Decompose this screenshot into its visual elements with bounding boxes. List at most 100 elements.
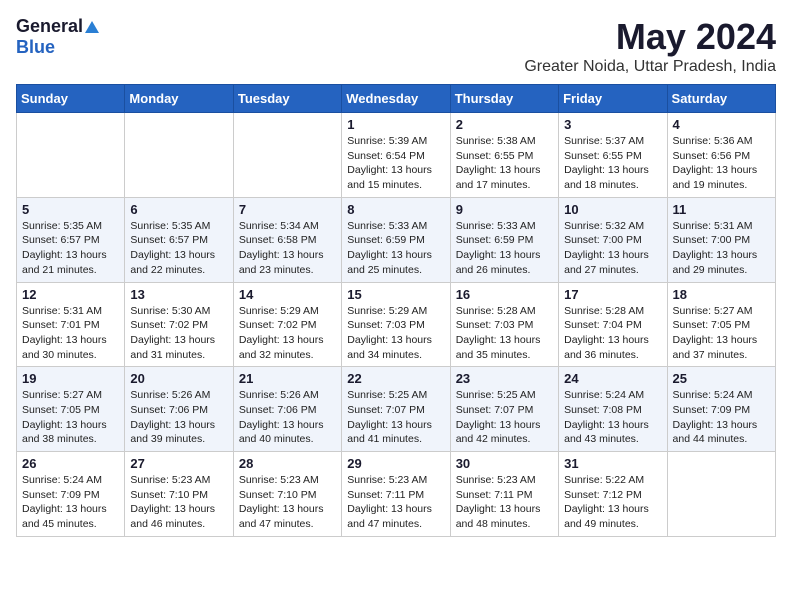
month-title: May 2024 bbox=[524, 16, 776, 58]
title-block: May 2024 Greater Noida, Uttar Pradesh, I… bbox=[524, 16, 776, 76]
calendar-cell bbox=[125, 113, 233, 198]
day-info: Sunrise: 5:36 AM Sunset: 6:56 PM Dayligh… bbox=[673, 134, 770, 193]
day-number: 26 bbox=[22, 456, 119, 471]
day-info: Sunrise: 5:28 AM Sunset: 7:04 PM Dayligh… bbox=[564, 304, 661, 363]
day-number: 20 bbox=[130, 371, 227, 386]
logo-blue: Blue bbox=[16, 37, 55, 57]
logo-general: General bbox=[16, 16, 83, 37]
day-number: 10 bbox=[564, 202, 661, 217]
day-number: 6 bbox=[130, 202, 227, 217]
calendar-week-5: 26 Sunrise: 5:24 AM Sunset: 7:09 PM Dayli… bbox=[17, 452, 776, 537]
day-info: Sunrise: 5:33 AM Sunset: 6:59 PM Dayligh… bbox=[456, 219, 553, 278]
calendar-week-4: 19Sunrise: 5:27 AM Sunset: 7:05 PM Dayli… bbox=[17, 367, 776, 452]
day-number: 19 bbox=[22, 371, 119, 386]
calendar-cell: 25 Sunrise: 5:24 AM Sunset: 7:09 PM Dayli… bbox=[667, 367, 775, 452]
day-number: 25 bbox=[673, 371, 770, 386]
calendar-cell: 11 Sunrise: 5:31 AM Sunset: 7:00 PM Dayli… bbox=[667, 197, 775, 282]
weekday-friday: Friday bbox=[559, 85, 667, 113]
page-header: General Blue May 2024 Greater Noida, Utt… bbox=[16, 16, 776, 76]
day-info: Sunrise: 5:26 AM Sunset: 7:06 PM Dayligh… bbox=[130, 388, 227, 447]
day-number: 15 bbox=[347, 287, 444, 302]
day-info: Sunrise: 5:23 AM Sunset: 7:10 PM Dayligh… bbox=[130, 473, 227, 532]
day-info: Sunrise: 5:30 AM Sunset: 7:02 PM Dayligh… bbox=[130, 304, 227, 363]
calendar-cell: 2 Sunrise: 5:38 AM Sunset: 6:55 PM Daylig… bbox=[450, 113, 558, 198]
calendar-week-3: 12 Sunrise: 5:31 AM Sunset: 7:01 PM Dayli… bbox=[17, 282, 776, 367]
day-info: Sunrise: 5:28 AM Sunset: 7:03 PM Dayligh… bbox=[456, 304, 553, 363]
day-number: 2 bbox=[456, 117, 553, 132]
day-info: Sunrise: 5:29 AM Sunset: 7:03 PM Dayligh… bbox=[347, 304, 444, 363]
weekday-thursday: Thursday bbox=[450, 85, 558, 113]
calendar-cell: 17Sunrise: 5:28 AM Sunset: 7:04 PM Dayli… bbox=[559, 282, 667, 367]
day-number: 27 bbox=[130, 456, 227, 471]
calendar-cell: 22Sunrise: 5:25 AM Sunset: 7:07 PM Dayli… bbox=[342, 367, 450, 452]
calendar-cell: 31Sunrise: 5:22 AM Sunset: 7:12 PM Dayli… bbox=[559, 452, 667, 537]
day-number: 8 bbox=[347, 202, 444, 217]
day-info: Sunrise: 5:23 AM Sunset: 7:11 PM Dayligh… bbox=[347, 473, 444, 532]
day-number: 4 bbox=[673, 117, 770, 132]
calendar-cell: 24Sunrise: 5:24 AM Sunset: 7:08 PM Dayli… bbox=[559, 367, 667, 452]
day-info: Sunrise: 5:23 AM Sunset: 7:10 PM Dayligh… bbox=[239, 473, 336, 532]
calendar-cell bbox=[233, 113, 341, 198]
calendar-cell: 28 Sunrise: 5:23 AM Sunset: 7:10 PM Dayli… bbox=[233, 452, 341, 537]
calendar-cell: 30 Sunrise: 5:23 AM Sunset: 7:11 PM Dayli… bbox=[450, 452, 558, 537]
weekday-header-row: SundayMondayTuesdayWednesdayThursdayFrid… bbox=[17, 85, 776, 113]
day-info: Sunrise: 5:32 AM Sunset: 7:00 PM Dayligh… bbox=[564, 219, 661, 278]
day-info: Sunrise: 5:23 AM Sunset: 7:11 PM Dayligh… bbox=[456, 473, 553, 532]
day-number: 21 bbox=[239, 371, 336, 386]
day-info: Sunrise: 5:31 AM Sunset: 7:01 PM Dayligh… bbox=[22, 304, 119, 363]
calendar-cell bbox=[17, 113, 125, 198]
day-info: Sunrise: 5:25 AM Sunset: 7:07 PM Dayligh… bbox=[347, 388, 444, 447]
calendar-cell: 3Sunrise: 5:37 AM Sunset: 6:55 PM Daylig… bbox=[559, 113, 667, 198]
calendar-cell: 7 Sunrise: 5:34 AM Sunset: 6:58 PM Daylig… bbox=[233, 197, 341, 282]
day-number: 30 bbox=[456, 456, 553, 471]
day-info: Sunrise: 5:26 AM Sunset: 7:06 PM Dayligh… bbox=[239, 388, 336, 447]
weekday-saturday: Saturday bbox=[667, 85, 775, 113]
day-number: 28 bbox=[239, 456, 336, 471]
weekday-tuesday: Tuesday bbox=[233, 85, 341, 113]
day-info: Sunrise: 5:24 AM Sunset: 7:09 PM Dayligh… bbox=[22, 473, 119, 532]
calendar-cell: 27 Sunrise: 5:23 AM Sunset: 7:10 PM Dayli… bbox=[125, 452, 233, 537]
day-number: 1 bbox=[347, 117, 444, 132]
logo: General Blue bbox=[16, 16, 101, 58]
day-info: Sunrise: 5:38 AM Sunset: 6:55 PM Dayligh… bbox=[456, 134, 553, 193]
weekday-monday: Monday bbox=[125, 85, 233, 113]
calendar-cell: 23Sunrise: 5:25 AM Sunset: 7:07 PM Dayli… bbox=[450, 367, 558, 452]
calendar-cell: 29 Sunrise: 5:23 AM Sunset: 7:11 PM Dayli… bbox=[342, 452, 450, 537]
calendar-cell: 4 Sunrise: 5:36 AM Sunset: 6:56 PM Daylig… bbox=[667, 113, 775, 198]
day-number: 13 bbox=[130, 287, 227, 302]
logo-icon bbox=[84, 19, 100, 35]
calendar-header: SundayMondayTuesdayWednesdayThursdayFrid… bbox=[17, 85, 776, 113]
day-info: Sunrise: 5:35 AM Sunset: 6:57 PM Dayligh… bbox=[130, 219, 227, 278]
calendar-cell: 16 Sunrise: 5:28 AM Sunset: 7:03 PM Dayli… bbox=[450, 282, 558, 367]
day-number: 12 bbox=[22, 287, 119, 302]
day-info: Sunrise: 5:29 AM Sunset: 7:02 PM Dayligh… bbox=[239, 304, 336, 363]
day-number: 7 bbox=[239, 202, 336, 217]
calendar-cell: 21 Sunrise: 5:26 AM Sunset: 7:06 PM Dayli… bbox=[233, 367, 341, 452]
day-info: Sunrise: 5:33 AM Sunset: 6:59 PM Dayligh… bbox=[347, 219, 444, 278]
day-info: Sunrise: 5:34 AM Sunset: 6:58 PM Dayligh… bbox=[239, 219, 336, 278]
day-info: Sunrise: 5:25 AM Sunset: 7:07 PM Dayligh… bbox=[456, 388, 553, 447]
calendar-cell: 8 Sunrise: 5:33 AM Sunset: 6:59 PM Daylig… bbox=[342, 197, 450, 282]
day-info: Sunrise: 5:35 AM Sunset: 6:57 PM Dayligh… bbox=[22, 219, 119, 278]
day-number: 11 bbox=[673, 202, 770, 217]
calendar-cell: 20 Sunrise: 5:26 AM Sunset: 7:06 PM Dayli… bbox=[125, 367, 233, 452]
calendar-body: 1 Sunrise: 5:39 AM Sunset: 6:54 PM Daylig… bbox=[17, 113, 776, 537]
calendar-cell: 26 Sunrise: 5:24 AM Sunset: 7:09 PM Dayli… bbox=[17, 452, 125, 537]
day-number: 16 bbox=[456, 287, 553, 302]
calendar-cell: 1 Sunrise: 5:39 AM Sunset: 6:54 PM Daylig… bbox=[342, 113, 450, 198]
weekday-sunday: Sunday bbox=[17, 85, 125, 113]
calendar-cell: 9 Sunrise: 5:33 AM Sunset: 6:59 PM Daylig… bbox=[450, 197, 558, 282]
day-info: Sunrise: 5:24 AM Sunset: 7:09 PM Dayligh… bbox=[673, 388, 770, 447]
calendar-table: SundayMondayTuesdayWednesdayThursdayFrid… bbox=[16, 84, 776, 537]
day-number: 18 bbox=[673, 287, 770, 302]
day-number: 14 bbox=[239, 287, 336, 302]
day-number: 29 bbox=[347, 456, 444, 471]
calendar-cell: 13 Sunrise: 5:30 AM Sunset: 7:02 PM Dayli… bbox=[125, 282, 233, 367]
day-number: 9 bbox=[456, 202, 553, 217]
day-number: 5 bbox=[22, 202, 119, 217]
day-info: Sunrise: 5:31 AM Sunset: 7:00 PM Dayligh… bbox=[673, 219, 770, 278]
calendar-cell: 18Sunrise: 5:27 AM Sunset: 7:05 PM Dayli… bbox=[667, 282, 775, 367]
calendar-cell: 5 Sunrise: 5:35 AM Sunset: 6:57 PM Daylig… bbox=[17, 197, 125, 282]
calendar-cell bbox=[667, 452, 775, 537]
day-info: Sunrise: 5:39 AM Sunset: 6:54 PM Dayligh… bbox=[347, 134, 444, 193]
